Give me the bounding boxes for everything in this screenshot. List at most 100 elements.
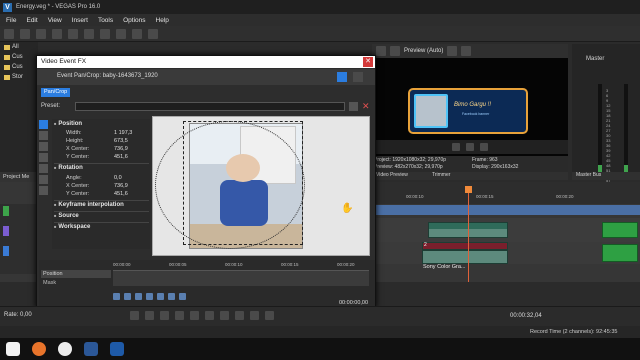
delete-preset-icon[interactable]: ✕	[362, 102, 371, 111]
play-icon[interactable]	[175, 311, 184, 320]
crop-selection-frame[interactable]	[183, 121, 303, 245]
prop-xcenter-value[interactable]: 736,9	[114, 146, 128, 152]
stop-icon[interactable]	[205, 311, 214, 320]
prev-keyframe-icon[interactable]	[135, 292, 142, 300]
play-from-start-icon[interactable]	[160, 311, 169, 320]
new-project-icon[interactable]	[4, 28, 14, 39]
timeline-ruler[interactable]: 00:00:10 00:00:15 00:00:20	[376, 182, 640, 204]
prop-angle-value[interactable]: 0,0	[114, 175, 122, 181]
project-properties-icon[interactable]	[376, 46, 386, 56]
vegas-taskbar-icon[interactable]	[110, 342, 124, 356]
prop-rot-ycenter-value[interactable]: 451,6	[114, 191, 128, 197]
start-icon[interactable]	[6, 342, 20, 356]
go-to-start-icon[interactable]	[220, 311, 229, 320]
delete-keyframe-icon[interactable]	[179, 292, 186, 300]
fx-icon[interactable]	[390, 46, 400, 56]
stop-icon[interactable]	[480, 143, 488, 151]
properties-icon[interactable]	[68, 28, 78, 39]
next-keyframe-icon[interactable]	[146, 292, 153, 300]
explorer-item[interactable]: Stor	[0, 72, 38, 82]
tab-video-preview[interactable]: Video Preview	[376, 172, 408, 178]
menu-edit[interactable]: Edit	[26, 17, 37, 24]
pause-icon[interactable]	[466, 143, 474, 151]
next-frame-icon[interactable]	[265, 311, 274, 320]
section-source[interactable]: Source	[54, 213, 78, 219]
prop-rot-xcenter-value[interactable]: 736,9	[114, 183, 128, 189]
menu-file[interactable]: File	[6, 17, 16, 24]
loop-icon[interactable]	[145, 311, 154, 320]
playhead-handle[interactable]	[465, 186, 472, 193]
fx-bypass-icon[interactable]	[337, 72, 347, 82]
prev-frame-icon[interactable]	[250, 311, 259, 320]
menu-tools[interactable]: Tools	[98, 17, 113, 24]
render-icon[interactable]	[52, 28, 62, 39]
prop-angle-label: Angle:	[66, 175, 82, 181]
explorer-item[interactable]: Cus	[0, 52, 38, 62]
keyframe-track[interactable]	[113, 270, 369, 286]
media-icon[interactable]	[58, 342, 72, 356]
first-keyframe-icon[interactable]	[124, 292, 131, 300]
save-preset-icon[interactable]	[349, 102, 358, 111]
video-track[interactable]	[376, 218, 640, 242]
timeline-clip-header[interactable]	[422, 242, 508, 250]
timeline-clip-green[interactable]	[602, 244, 638, 262]
redo-icon[interactable]	[148, 28, 158, 39]
tab-master-bus[interactable]: Master Bus	[572, 172, 640, 180]
record-icon[interactable]	[130, 311, 139, 320]
paste-icon[interactable]	[116, 28, 126, 39]
preview-quality-dropdown[interactable]: Preview (Auto)	[404, 48, 443, 54]
pan-crop-chip[interactable]: Pan/Crop	[41, 88, 71, 97]
add-keyframe-icon[interactable]	[168, 292, 175, 300]
preview-title-text: Bimo Gargu !!	[454, 102, 492, 108]
cut-icon[interactable]	[84, 28, 94, 39]
timeline-clip[interactable]	[422, 250, 508, 264]
prop-width-value[interactable]: 1 197,3	[114, 130, 132, 136]
tab-project-media[interactable]: Project Me	[0, 172, 38, 182]
snapshot-icon[interactable]	[461, 46, 472, 56]
play-icon[interactable]	[452, 143, 460, 151]
close-icon[interactable]: ✕	[363, 57, 373, 67]
fx-plugin-chain-icon[interactable]	[353, 72, 363, 82]
settings-icon[interactable]	[39, 120, 48, 129]
prop-height-value[interactable]: 673,5	[114, 138, 128, 144]
prop-ycenter-value[interactable]: 451,6	[114, 154, 128, 160]
section-rotation[interactable]: Rotation	[54, 165, 82, 171]
keyframe-position-label[interactable]: Position	[41, 270, 111, 278]
menu-view[interactable]: View	[48, 17, 62, 24]
menu-options[interactable]: Options	[123, 17, 145, 24]
go-to-end-icon[interactable]	[235, 311, 244, 320]
copy-icon[interactable]	[100, 28, 110, 39]
timeline-clip-green[interactable]	[602, 222, 638, 238]
keyframe-mask-checkbox[interactable]: Mask	[41, 280, 111, 286]
move-cross-icon[interactable]	[39, 186, 48, 195]
pause-icon[interactable]	[190, 311, 199, 320]
undo-icon[interactable]	[132, 28, 142, 39]
section-position[interactable]: Position	[54, 121, 82, 127]
overlays-icon[interactable]	[447, 46, 458, 56]
firefox-icon[interactable]	[32, 342, 46, 356]
menu-help[interactable]: Help	[156, 17, 169, 24]
meter-right	[624, 84, 628, 179]
sync-cursor-icon[interactable]	[113, 292, 120, 300]
section-workspace[interactable]: Workspace	[54, 224, 90, 230]
lock-aspect-icon[interactable]	[39, 153, 48, 162]
loop-region[interactable]	[376, 205, 640, 215]
pan-crop-canvas[interactable]: ✋	[152, 116, 370, 256]
section-keyframe-interpolation[interactable]: Keyframe interpolation	[54, 202, 123, 208]
explorer-item[interactable]: Cus	[0, 62, 38, 72]
menu-insert[interactable]: Insert	[72, 17, 88, 24]
open-icon[interactable]	[20, 28, 30, 39]
keyframe-ruler[interactable]: 00:00:00 00:00:05 00:00:10 00:00:15 00:0…	[113, 262, 369, 268]
last-keyframe-icon[interactable]	[157, 292, 164, 300]
title-bar: V Energy.veg * - VEGAS Pro 16.0	[0, 0, 640, 14]
preset-dropdown[interactable]	[75, 102, 345, 111]
effects-track[interactable]: 2	[376, 242, 640, 264]
explorer-item[interactable]: All	[0, 42, 38, 52]
scale-center-icon[interactable]	[39, 164, 48, 173]
save-icon[interactable]	[36, 28, 46, 39]
word-icon[interactable]	[84, 342, 98, 356]
tab-trimmer[interactable]: Trimmer	[432, 172, 450, 178]
move-free-icon[interactable]	[39, 175, 48, 184]
pointer-icon[interactable]	[39, 131, 48, 140]
zoom-icon[interactable]	[39, 142, 48, 151]
